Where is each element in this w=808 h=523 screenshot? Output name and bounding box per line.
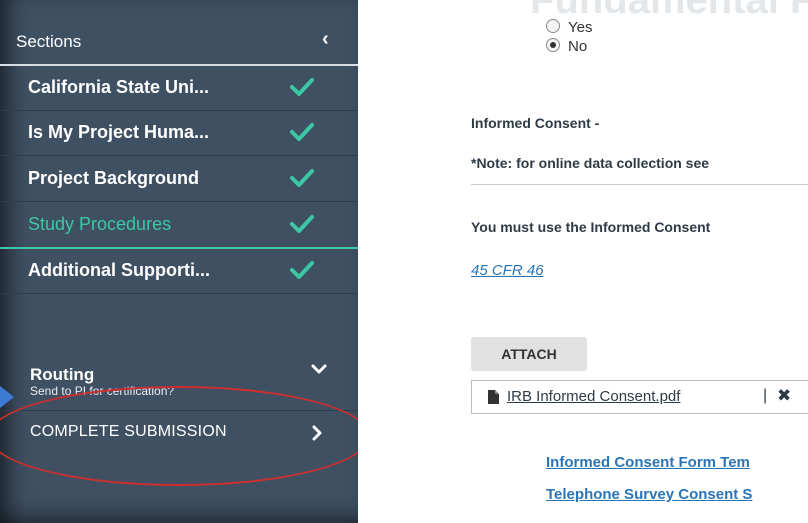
sidebar-item-additional-supporting[interactable]: Additional Supporti...	[0, 249, 358, 294]
consent-form-template-link[interactable]: Informed Consent Form Tem	[546, 454, 750, 471]
radio-label: Yes	[568, 19, 593, 36]
checkmark-icon	[290, 78, 314, 96]
sidebar-header: Sections ‹	[0, 18, 358, 66]
sidebar-item-label: Additional Supporti...	[28, 260, 210, 280]
informed-consent-heading: Informed Consent -	[471, 115, 600, 131]
radio-button[interactable]	[546, 38, 560, 52]
routing-section[interactable]: Routing Send to PI for certification?	[0, 362, 358, 411]
attach-button[interactable]: ATTACH	[471, 337, 587, 371]
sidebar-item-label: Project Background	[28, 168, 200, 188]
chevron-right-icon	[312, 425, 322, 441]
radio-option-yes[interactable]: Yes	[546, 19, 592, 36]
radio-label: No	[568, 38, 588, 55]
sidebar-item-study-procedures[interactable]: Study Procedures	[0, 203, 358, 249]
divider	[471, 184, 808, 185]
online-data-note: *Note: for online data collection see	[471, 155, 710, 171]
cfr-link[interactable]: 45 CFR 46	[471, 262, 544, 279]
sidebar-item-label: Study Procedures	[28, 214, 172, 234]
chevron-down-icon[interactable]	[310, 362, 328, 376]
radio-button[interactable]	[546, 19, 560, 33]
checkmark-icon	[290, 261, 314, 279]
sidebar-item-human-subjects[interactable]: Is My Project Huma...	[0, 111, 358, 156]
checkmark-icon	[290, 123, 314, 141]
checkmark-icon	[290, 169, 314, 187]
sidebar-item-california-state[interactable]: California State Uni...	[0, 66, 358, 111]
sidebar-item-project-background[interactable]: Project Background	[0, 157, 358, 202]
collapse-sidebar-icon[interactable]: ‹	[322, 28, 329, 51]
file-separator: |	[763, 387, 768, 404]
complete-submission-label: COMPLETE SUBMISSION	[30, 423, 227, 440]
attached-file-link[interactable]: IRB Informed Consent.pdf	[507, 388, 680, 405]
sidebar-title: Sections	[16, 32, 82, 51]
sidebar-item-label: California State Uni...	[28, 77, 210, 97]
main-content: Fundamental Frequency and G Yes No Infor…	[358, 0, 808, 523]
telephone-survey-consent-link[interactable]: Telephone Survey Consent S	[546, 486, 752, 503]
routing-label: Routing	[30, 365, 95, 384]
complete-submission-button[interactable]: COMPLETE SUBMISSION	[0, 414, 358, 452]
attached-file: IRB Informed Consent.pdf | ✖	[471, 380, 808, 414]
file-icon	[488, 390, 499, 404]
checkmark-icon	[290, 215, 314, 233]
routing-subtext: Send to PI for certification?	[30, 384, 175, 398]
annotation-arrow-icon	[0, 386, 14, 408]
sidebar-item-label: Is My Project Huma...	[28, 122, 210, 142]
radio-option-no[interactable]: No	[546, 38, 587, 55]
sidebar: Sections ‹ California State Uni... Is My…	[0, 0, 358, 523]
remove-file-icon[interactable]: ✖	[777, 386, 791, 406]
informed-consent-requirement: You must use the Informed Consent	[471, 219, 711, 235]
